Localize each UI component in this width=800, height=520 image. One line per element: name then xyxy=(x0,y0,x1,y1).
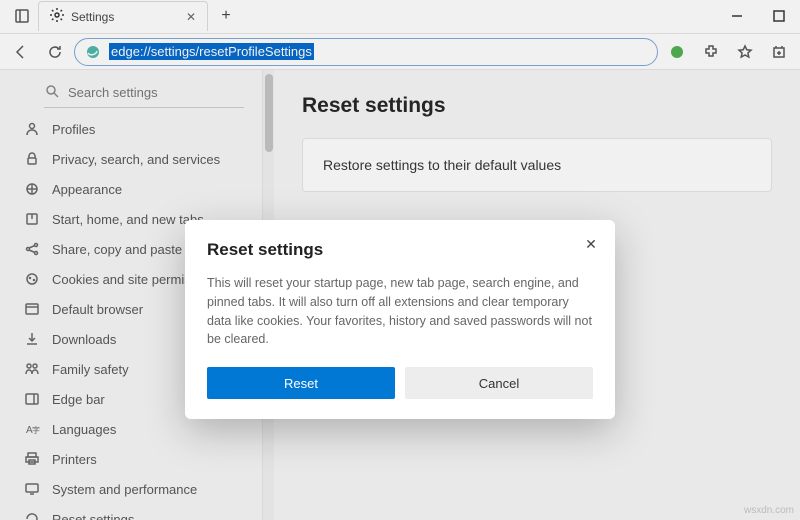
dialog-buttons: Reset Cancel xyxy=(207,367,593,399)
modal-overlay: ✕ Reset settings This will reset your st… xyxy=(0,0,800,520)
dialog-body: This will reset your startup page, new t… xyxy=(207,274,593,349)
reset-button[interactable]: Reset xyxy=(207,367,395,399)
reset-dialog: ✕ Reset settings This will reset your st… xyxy=(185,220,615,419)
dialog-close-button[interactable]: ✕ xyxy=(581,234,601,254)
dialog-title: Reset settings xyxy=(207,240,593,260)
cancel-button[interactable]: Cancel xyxy=(405,367,593,399)
watermark: wsxdn.com xyxy=(744,505,794,516)
